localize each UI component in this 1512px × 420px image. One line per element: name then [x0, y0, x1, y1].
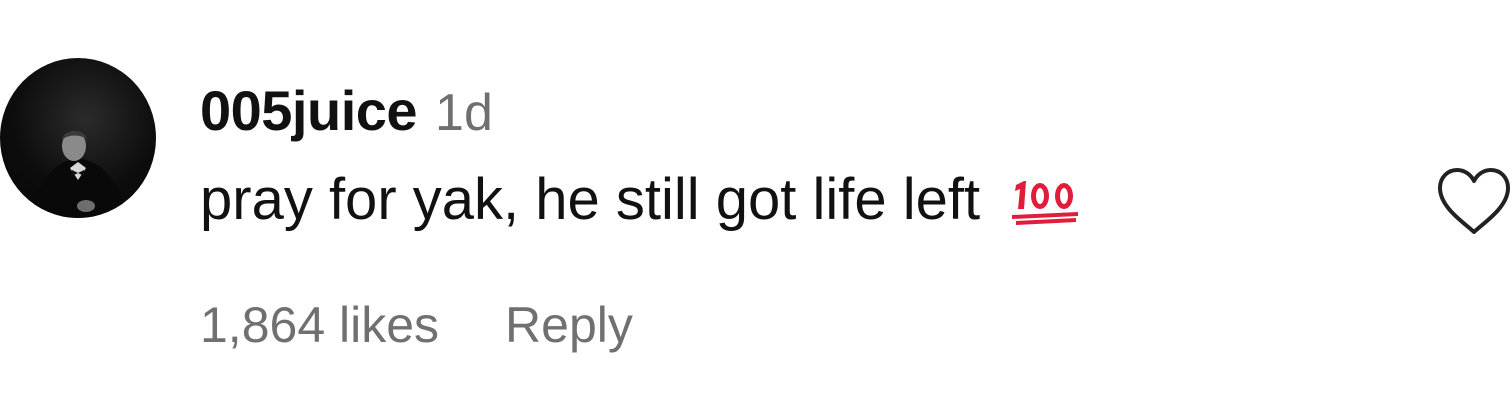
heart-outline-icon: [1438, 168, 1510, 234]
username-link[interactable]: 005juice: [200, 78, 418, 143]
profile-photo: [30, 131, 128, 218]
avatar[interactable]: [0, 58, 156, 218]
comment-body: pray for yak, he still got life left: [200, 166, 1082, 233]
timestamp: 1d: [435, 84, 493, 142]
like-button[interactable]: [1436, 166, 1512, 238]
reply-button[interactable]: Reply: [505, 296, 633, 354]
comment-text: pray for yak, he still got life left: [200, 167, 981, 232]
likes-count[interactable]: 1,864 likes: [200, 296, 439, 354]
comment-header: 005juice 1d: [200, 78, 493, 148]
comment-meta: 1,864 likes Reply: [200, 296, 633, 354]
hundred-points-emoji: [1010, 175, 1082, 225]
comment: 005juice 1d pray for yak, he still got l…: [0, 0, 1512, 420]
